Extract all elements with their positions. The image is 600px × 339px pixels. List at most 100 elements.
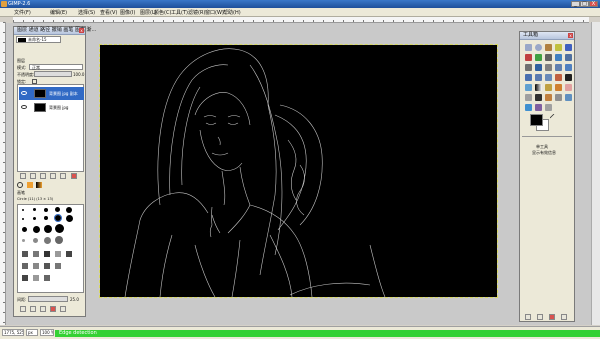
opacity-value[interactable]: 100.0 bbox=[73, 72, 84, 77]
gradient-tab-icon[interactable] bbox=[36, 182, 42, 188]
blend-tool-icon[interactable] bbox=[535, 84, 542, 91]
brush-item[interactable] bbox=[44, 251, 50, 257]
foreground-color-swatch[interactable] bbox=[530, 114, 543, 126]
menu-file[interactable]: 文件(F) bbox=[14, 9, 31, 16]
refresh-brushes-icon[interactable] bbox=[60, 306, 66, 312]
brush-item[interactable] bbox=[33, 263, 39, 269]
close-icon[interactable]: x bbox=[568, 33, 573, 38]
brush-item[interactable] bbox=[55, 263, 61, 269]
bucket-fill-tool-icon[interactable] bbox=[525, 84, 532, 91]
opacity-slider[interactable] bbox=[34, 71, 72, 77]
eye-icon[interactable] bbox=[21, 91, 27, 95]
free-select-tool-icon[interactable] bbox=[545, 44, 552, 51]
brush-item[interactable] bbox=[33, 226, 40, 233]
menu-view[interactable]: 查看(V) bbox=[100, 9, 117, 16]
delete-layer-icon[interactable] bbox=[71, 173, 77, 179]
brush-tab-icon[interactable] bbox=[17, 182, 23, 188]
eraser-tool-icon[interactable] bbox=[565, 84, 572, 91]
duplicate-brush-icon[interactable] bbox=[40, 306, 46, 312]
pattern-tab-icon[interactable] bbox=[27, 182, 33, 188]
fuzzy-select-tool-icon[interactable] bbox=[555, 44, 562, 51]
heal-tool-icon[interactable] bbox=[555, 94, 562, 101]
align-tool-icon[interactable] bbox=[545, 64, 552, 71]
layer-row-background[interactable]: 背景图 jpg bbox=[19, 101, 84, 114]
crop-tool-icon[interactable] bbox=[555, 64, 562, 71]
raise-layer-icon[interactable] bbox=[30, 173, 36, 179]
ink-tool-icon[interactable] bbox=[535, 94, 542, 101]
brush-item[interactable] bbox=[44, 275, 50, 281]
image-selector[interactable]: 未命名-15 bbox=[16, 36, 61, 43]
menu-image[interactable]: 图像(I) bbox=[120, 9, 135, 16]
reset-options-icon[interactable] bbox=[561, 314, 567, 320]
eye-icon[interactable] bbox=[21, 105, 27, 109]
menu-select[interactable]: 选择(S) bbox=[78, 9, 95, 16]
zoom-select[interactable]: 100 % bbox=[40, 329, 54, 336]
brush-item[interactable] bbox=[33, 251, 39, 257]
scale-tool-icon[interactable] bbox=[525, 74, 532, 81]
lower-layer-icon[interactable] bbox=[40, 173, 46, 179]
brush-grid[interactable] bbox=[17, 204, 84, 293]
brush-item[interactable] bbox=[55, 236, 63, 244]
brush-item[interactable] bbox=[55, 251, 61, 257]
duplicate-layer-icon[interactable] bbox=[50, 173, 56, 179]
perspective-clone-tool-icon[interactable] bbox=[565, 94, 572, 101]
menu-colors[interactable]: 颜色(C) bbox=[154, 9, 171, 16]
brush-item[interactable] bbox=[22, 218, 24, 220]
brush-item[interactable] bbox=[66, 207, 72, 213]
layers-dock-tabs[interactable]: 图层 通道 路径 撤销 画笔 图案 渐... bbox=[17, 27, 96, 34]
brush-item[interactable] bbox=[44, 216, 48, 220]
brush-item[interactable] bbox=[22, 209, 24, 211]
menu-filters[interactable]: 滤镜(R) bbox=[188, 9, 205, 16]
delete-brush-icon[interactable] bbox=[50, 306, 56, 312]
dodge-burn-tool-icon[interactable] bbox=[545, 104, 552, 111]
brush-item[interactable] bbox=[66, 251, 72, 257]
brush-item[interactable] bbox=[33, 217, 36, 220]
rotate-tool-icon[interactable] bbox=[565, 64, 572, 71]
delete-options-icon[interactable] bbox=[549, 314, 555, 320]
swap-colors-icon[interactable] bbox=[549, 113, 555, 119]
rect-select-tool-icon[interactable] bbox=[525, 44, 532, 51]
new-brush-icon[interactable] bbox=[30, 306, 36, 312]
ellipse-select-tool-icon[interactable] bbox=[535, 44, 542, 51]
foreground-select-tool-icon[interactable] bbox=[535, 54, 542, 61]
menu-tools[interactable]: 工具(T) bbox=[171, 9, 188, 16]
color-picker-tool-icon[interactable] bbox=[555, 54, 562, 61]
brush-item[interactable] bbox=[44, 263, 50, 269]
layer-row-copy[interactable]: 背景图 jpg 副本 bbox=[19, 87, 84, 100]
menu-windows[interactable]: 窗口(W) bbox=[205, 9, 224, 16]
new-layer-icon[interactable] bbox=[20, 173, 26, 179]
scissors-tool-icon[interactable] bbox=[565, 44, 572, 51]
text-tool-icon[interactable] bbox=[565, 74, 572, 81]
save-options-icon[interactable] bbox=[525, 314, 531, 320]
shear-tool-icon[interactable] bbox=[535, 74, 542, 81]
brush-item[interactable] bbox=[55, 224, 64, 233]
clone-tool-icon[interactable] bbox=[545, 94, 552, 101]
menu-help[interactable]: 帮助(H) bbox=[223, 9, 241, 16]
brush-item[interactable] bbox=[44, 237, 51, 244]
edit-brush-icon[interactable] bbox=[20, 306, 26, 312]
brush-item[interactable] bbox=[22, 227, 27, 232]
spacing-value[interactable]: 25.0 bbox=[70, 297, 79, 302]
measure-tool-icon[interactable] bbox=[525, 64, 532, 71]
perspective-tool-icon[interactable] bbox=[545, 74, 552, 81]
close-icon[interactable]: x bbox=[79, 28, 84, 33]
mode-select[interactable]: 正常 bbox=[29, 64, 83, 70]
brush-item[interactable] bbox=[44, 225, 52, 233]
move-tool-icon[interactable] bbox=[535, 64, 542, 71]
paintbrush-tool-icon[interactable] bbox=[555, 84, 562, 91]
spacing-slider[interactable] bbox=[28, 296, 68, 302]
smudge-tool-icon[interactable] bbox=[535, 104, 542, 111]
pencil-tool-icon[interactable] bbox=[545, 84, 552, 91]
layers-list[interactable]: 背景图 jpg 副本 背景图 jpg bbox=[17, 84, 84, 172]
brush-item[interactable] bbox=[22, 251, 28, 257]
brush-item[interactable] bbox=[33, 238, 38, 243]
anchor-layer-icon[interactable] bbox=[60, 173, 66, 179]
brush-item[interactable] bbox=[22, 275, 28, 281]
image-canvas[interactable] bbox=[99, 44, 498, 298]
flip-tool-icon[interactable] bbox=[555, 74, 562, 81]
brush-item[interactable] bbox=[22, 239, 25, 242]
close-button[interactable]: X bbox=[589, 1, 598, 7]
unit-select[interactable]: px bbox=[26, 329, 38, 336]
minimize-button[interactable]: _ bbox=[571, 1, 580, 7]
by-color-select-tool-icon[interactable] bbox=[525, 54, 532, 61]
